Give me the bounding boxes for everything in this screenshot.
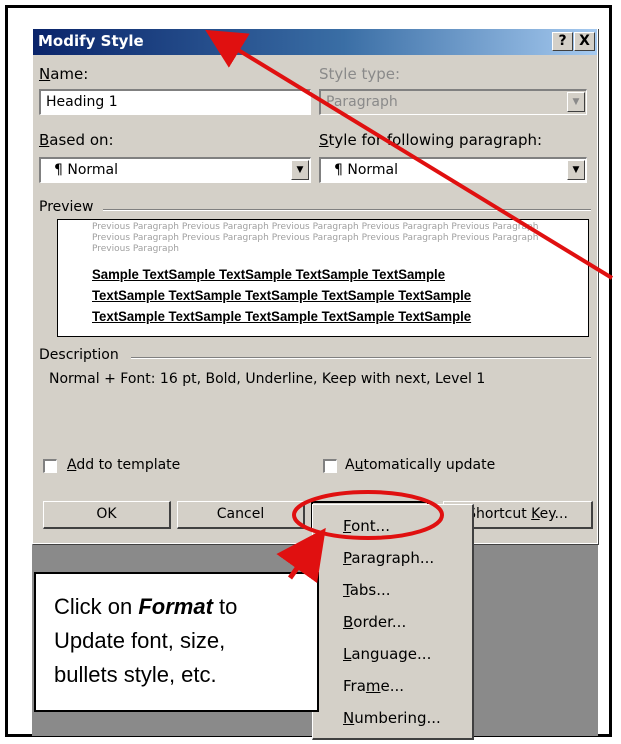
style-type-select[interactable]: Paragraph ▼ xyxy=(319,89,587,115)
callout-text: Click on Format to Update font, size, bu… xyxy=(54,590,237,692)
menu-item-numbering[interactable]: Numbering... xyxy=(343,709,441,727)
chevron-down-icon[interactable]: ▼ xyxy=(567,160,585,180)
preview-sample-line: Sample TextSample TextSample TextSample … xyxy=(92,266,446,282)
callout-line1-pre: Click on xyxy=(54,594,139,619)
modify-style-dialog: Modify Style ? X Name: Heading 1 Style t… xyxy=(32,28,598,544)
preview-sample-line: TextSample TextSample TextSample TextSam… xyxy=(92,287,472,303)
instruction-callout: Click on Format to Update font, size, bu… xyxy=(34,572,319,712)
chevron-down-icon[interactable]: ▼ xyxy=(291,160,309,180)
close-button[interactable]: X xyxy=(574,32,595,51)
chevron-down-icon: ▼ xyxy=(567,92,585,112)
callout-line2: Update font, size, xyxy=(54,628,226,653)
menu-item-border[interactable]: Border... xyxy=(343,613,406,631)
preview-divider xyxy=(103,209,591,211)
auto-update-checkbox[interactable] xyxy=(323,459,337,473)
preview-sample-line: TextSample TextSample TextSample TextSam… xyxy=(92,308,472,324)
callout-line3: bullets style, etc. xyxy=(54,662,217,687)
preview-previous-paragraph: Previous Paragraph Previous Paragraph Pr… xyxy=(92,222,539,254)
add-to-template-checkbox[interactable] xyxy=(43,459,57,473)
based-on-select[interactable]: ¶ Normal ▼ xyxy=(39,157,311,183)
description-text: Normal + Font: 16 pt, Bold, Underline, K… xyxy=(49,371,486,387)
style-type-value: Paragraph xyxy=(326,94,398,110)
menu-item-frame[interactable]: Frame... xyxy=(343,677,404,695)
menu-item-language[interactable]: Language... xyxy=(343,645,431,663)
help-button[interactable]: ? xyxy=(552,32,573,51)
based-on-label: Based on: xyxy=(39,131,114,149)
dialog-title: Modify Style xyxy=(38,32,144,50)
following-style-label: Style for following paragraph: xyxy=(319,131,543,149)
callout-format-word: Format xyxy=(138,594,213,619)
dialog-titlebar: Modify Style ? X xyxy=(33,29,597,55)
menu-item-font[interactable]: Font... xyxy=(343,517,390,535)
auto-update-label: Automatically update xyxy=(345,457,496,473)
ok-button[interactable]: OK xyxy=(43,501,171,529)
name-input[interactable]: Heading 1 xyxy=(39,89,311,115)
cancel-button[interactable]: Cancel xyxy=(177,501,305,529)
callout-line1-post: to xyxy=(212,594,238,619)
preview-box: Previous Paragraph Previous Paragraph Pr… xyxy=(57,219,589,337)
name-label-rest: ame: xyxy=(50,65,89,83)
description-label: Description xyxy=(39,347,119,363)
add-to-template-label: Add to template xyxy=(67,457,181,473)
format-menu: Font... Paragraph... Tabs... Border... L… xyxy=(312,504,474,740)
menu-item-tabs[interactable]: Tabs... xyxy=(343,581,391,599)
following-style-select[interactable]: ¶ Normal ▼ xyxy=(319,157,587,183)
style-type-label: Style type: xyxy=(319,65,401,83)
description-divider xyxy=(131,357,591,359)
name-label: Name: xyxy=(39,65,89,83)
following-style-value: ¶ Normal xyxy=(334,162,399,178)
menu-item-paragraph[interactable]: Paragraph... xyxy=(343,549,434,567)
based-on-value: ¶ Normal xyxy=(54,162,119,178)
preview-label: Preview xyxy=(39,199,94,215)
